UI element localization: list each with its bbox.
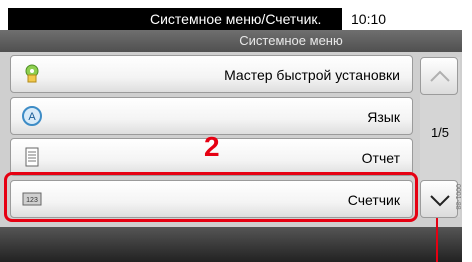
language-icon: A (22, 106, 42, 126)
footer-bar (0, 227, 462, 262)
annotation-highlight (4, 172, 418, 222)
menu-item-label: Отчет (361, 150, 400, 166)
menu-item-label: Язык (367, 109, 400, 125)
scroll-up-button[interactable] (420, 57, 458, 95)
annotation-pointer (436, 218, 438, 262)
menu-item-label: Мастер быстрой установки (224, 67, 400, 83)
status-title: Системное меню/Счетчик. (150, 11, 322, 27)
chevron-up-icon (430, 70, 450, 82)
screen: Системное меню/Счетчик. 10:10 Системное … (0, 0, 462, 262)
svg-text:A: A (28, 111, 36, 123)
header-title: Системное меню (239, 33, 343, 48)
page-indicator: 1/5 (430, 125, 450, 140)
menu-item-quick-setup[interactable]: Мастер быстрой установки (10, 55, 413, 93)
scroll-down-button[interactable] (420, 180, 458, 218)
status-time: 10:10 (343, 8, 461, 30)
quick-setup-icon (25, 64, 39, 83)
annotation-step-number: 2 (204, 131, 220, 162)
menu-item-language[interactable]: A Язык (10, 97, 413, 135)
header-bar: Системное меню (0, 30, 462, 52)
report-icon (25, 147, 39, 167)
side-margin (462, 0, 472, 262)
status-bar: Системное меню/Счетчик. 10:10 (0, 0, 462, 30)
side-code: 0001-88 (454, 184, 461, 210)
